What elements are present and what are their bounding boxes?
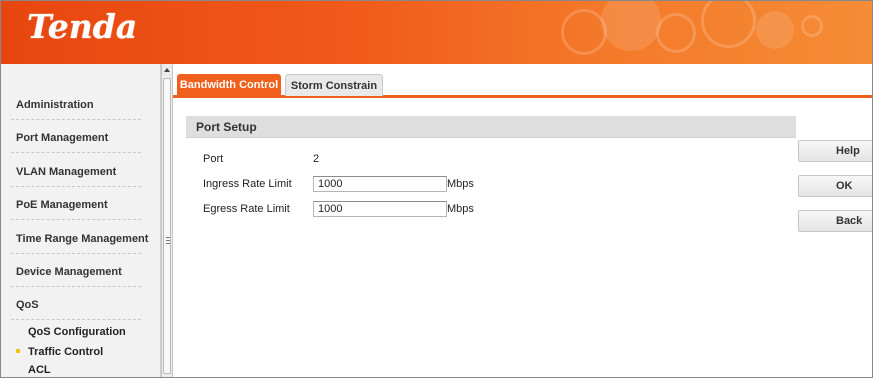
decorative-circle (561, 9, 607, 55)
sidebar-subitem-label: ACL (28, 364, 51, 376)
sidebar-item-label: Port Management (16, 132, 109, 144)
decorative-circle (601, 1, 661, 51)
ingress-unit: Mbps (447, 178, 474, 190)
tenda-logo: Tenda (27, 7, 138, 46)
sidebar-subitem-qos-configuration[interactable]: QoS Configuration (1, 323, 159, 341)
port-setup-title: Port Setup (186, 116, 796, 138)
tab-bandwidth-control[interactable]: Bandwidth Control (177, 74, 281, 96)
sidebar-item-qos[interactable]: QoS (1, 290, 159, 320)
header-banner: Tenda (1, 1, 872, 64)
sidebar-item-device-management[interactable]: Device Management (1, 257, 159, 287)
decorative-circle (701, 1, 756, 48)
sidebar-subitem-acl[interactable]: ACL (1, 361, 159, 377)
help-button[interactable]: Help (798, 140, 872, 162)
sidebar-subitem-label: Traffic Control (28, 346, 104, 358)
sidebar-subitem-traffic-control[interactable]: Traffic Control (1, 343, 159, 361)
sidebar-item-label: PoE Management (16, 199, 108, 211)
egress-rate-limit-input[interactable] (313, 201, 447, 217)
sidebar-subitem-label: QoS Configuration (28, 326, 126, 338)
sidebar-item-label: Time Range Management (16, 233, 149, 245)
ingress-rate-limit-input[interactable] (313, 176, 447, 192)
ingress-rate-limit-label: Ingress Rate Limit (203, 178, 292, 190)
sidebar-item-label: Administration (16, 99, 94, 111)
app-window: Tenda Administration Port Management VLA… (0, 0, 873, 378)
sidebar-item-label: QoS (16, 299, 39, 311)
decorative-circle (756, 11, 794, 49)
tab-storm-constrain[interactable]: Storm Constrain (285, 74, 383, 96)
selected-bullet-icon (16, 349, 20, 353)
back-button[interactable]: Back (798, 210, 872, 232)
ok-button[interactable]: OK (798, 175, 872, 197)
sidebar-splitter[interactable] (161, 64, 173, 377)
tab-bar: Bandwidth Control Storm Constrain (173, 74, 872, 98)
decorative-circle (801, 15, 823, 37)
sidebar-item-port-management[interactable]: Port Management (1, 123, 159, 153)
sidebar-item-administration[interactable]: Administration (1, 90, 159, 120)
sidebar-item-vlan-management[interactable]: VLAN Management (1, 157, 159, 187)
egress-unit: Mbps (447, 203, 474, 215)
sidebar-item-label: Device Management (16, 266, 122, 278)
scroll-up-arrow-icon[interactable] (164, 68, 170, 72)
splitter-grip-icon (166, 237, 170, 244)
sidebar-scrollbar-thumb[interactable] (163, 78, 171, 374)
sidebar-item-time-range-management[interactable]: Time Range Management (1, 224, 159, 254)
sidebar: Administration Port Management VLAN Mana… (1, 64, 161, 377)
sidebar-item-label: VLAN Management (16, 166, 117, 178)
egress-rate-limit-label: Egress Rate Limit (203, 203, 290, 215)
decorative-circle (656, 13, 696, 53)
sidebar-item-poe-management[interactable]: PoE Management (1, 190, 159, 220)
port-value: 2 (313, 153, 320, 165)
port-label: Port (203, 153, 224, 165)
